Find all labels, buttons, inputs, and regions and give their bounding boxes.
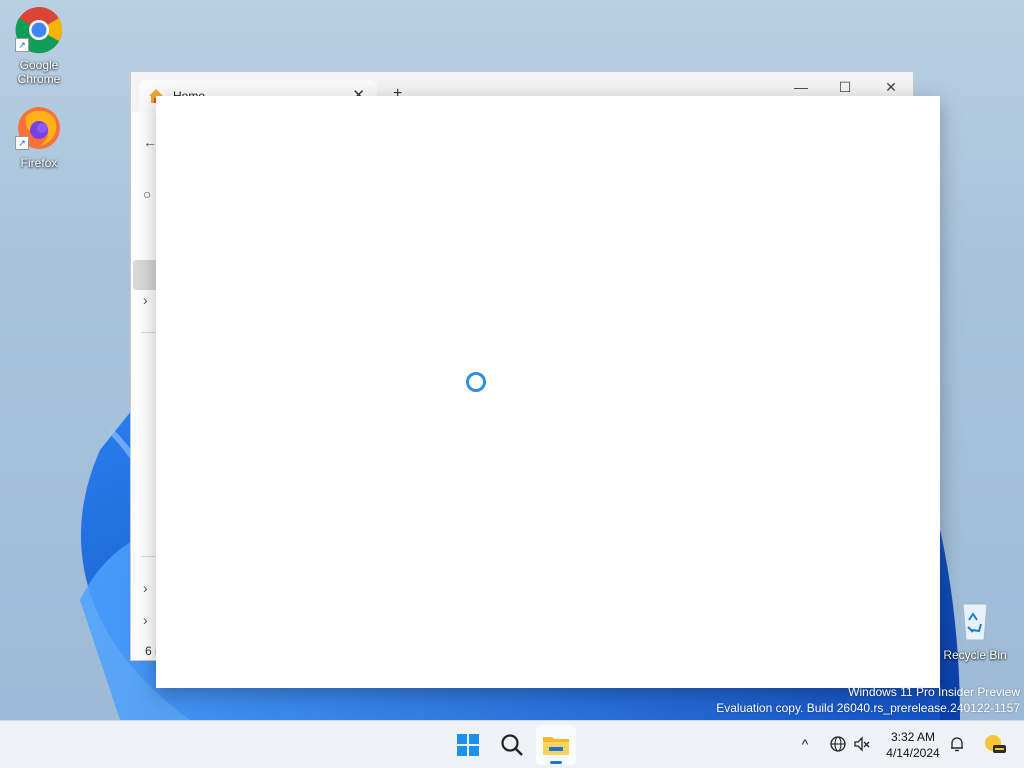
desktop-icon-label: Google Chrome bbox=[17, 58, 61, 86]
back-arrow-icon[interactable]: ← bbox=[143, 134, 157, 150]
maximize-button[interactable]: ☐ bbox=[823, 76, 867, 98]
desktop: ↗ Google Chrome ↗ Firefox Recycle Bin + … bbox=[0, 0, 1024, 720]
file-explorer-icon bbox=[543, 737, 569, 755]
start-button[interactable] bbox=[448, 725, 488, 765]
search-button[interactable] bbox=[492, 725, 532, 765]
taskbar: ^ 3:32 AM 4/14/2024 bbox=[0, 720, 1024, 768]
recycle-bin-icon bbox=[951, 596, 999, 644]
desktop-icon-firefox[interactable]: ↗ Firefox bbox=[4, 104, 74, 170]
show-hidden-icons-chevron[interactable]: ^ bbox=[795, 733, 815, 755]
evaluation-watermark: Windows 11 Pro Insider Preview Evaluatio… bbox=[716, 684, 1020, 716]
desktop-icon-chrome[interactable]: ↗ Google Chrome bbox=[4, 6, 74, 86]
firefox-icon: ↗ bbox=[15, 104, 63, 152]
chrome-icon: ↗ bbox=[15, 6, 63, 54]
clock-date: 4/14/2024 bbox=[886, 746, 940, 760]
desktop-icon-recycle-bin[interactable]: Recycle Bin bbox=[940, 596, 1010, 662]
shortcut-arrow-icon: ↗ bbox=[15, 136, 29, 150]
chevron-right-icon[interactable]: › bbox=[143, 612, 148, 628]
watermark-line2: Evaluation copy. Build 26040.rs_prerelea… bbox=[716, 701, 1020, 715]
chevron-right-icon[interactable]: › bbox=[143, 292, 148, 308]
clock-time: 3:32 AM bbox=[890, 730, 936, 744]
search-icon bbox=[501, 734, 523, 756]
active-indicator bbox=[550, 761, 562, 764]
desktop-icon-label: Recycle Bin bbox=[943, 648, 1007, 662]
chevron-right-icon[interactable]: › bbox=[143, 580, 148, 596]
shortcut-arrow-icon: ↗ bbox=[15, 38, 29, 52]
copilot-preview-icon[interactable] bbox=[982, 733, 1006, 755]
loading-window[interactable] bbox=[156, 96, 940, 688]
desktop-icon-label: Firefox bbox=[20, 156, 58, 170]
loading-spinner-icon bbox=[466, 372, 486, 392]
notification-bell-icon[interactable] bbox=[947, 733, 967, 755]
minimize-button[interactable]: — bbox=[779, 76, 823, 98]
network-globe-icon[interactable] bbox=[828, 733, 848, 755]
file-explorer-taskbar-button[interactable] bbox=[536, 725, 576, 765]
watermark-line1: Windows 11 Pro Insider Preview bbox=[848, 685, 1020, 699]
volume-muted-icon[interactable] bbox=[852, 733, 872, 755]
search-circle-icon[interactable]: ○ bbox=[143, 186, 151, 202]
windows-logo-icon bbox=[457, 734, 479, 756]
close-button[interactable]: ✕ bbox=[869, 76, 913, 98]
system-clock[interactable]: 3:32 AM 4/14/2024 bbox=[880, 729, 946, 761]
